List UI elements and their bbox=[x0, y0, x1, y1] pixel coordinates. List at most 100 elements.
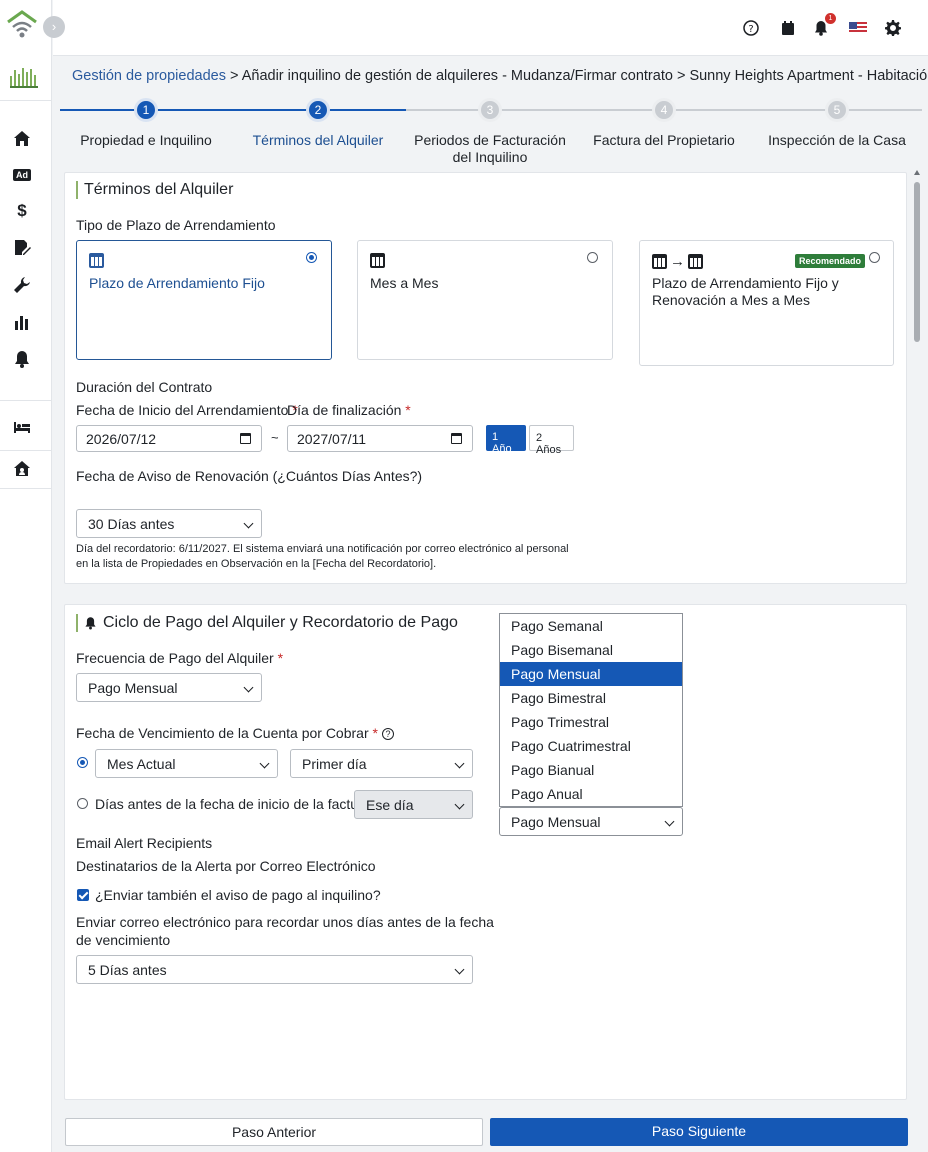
dropdown-option[interactable]: Pago Cuatrimestral bbox=[500, 734, 682, 758]
sidebar-collapse-button[interactable]: › bbox=[43, 16, 65, 38]
due-date-month-radio[interactable] bbox=[77, 757, 88, 768]
dropdown-option[interactable]: Pago Bimestral bbox=[500, 686, 682, 710]
renewal-notice-select[interactable]: 30 Días antes bbox=[76, 509, 262, 538]
step-3-label[interactable]: Periodos de Facturación del Inquilino bbox=[405, 132, 575, 166]
dropdown-option-selected[interactable]: Pago Mensual bbox=[500, 662, 682, 686]
calendar-icon bbox=[688, 254, 703, 269]
help-icon[interactable]: ? bbox=[742, 19, 760, 37]
lease-option-fixed-label: Plazo de Arrendamiento Fijo bbox=[89, 275, 265, 291]
calendar-icon bbox=[89, 253, 104, 268]
brand-mark-icon bbox=[10, 68, 38, 88]
due-date-label: Fecha de Vencimiento de la Cuenta por Co… bbox=[76, 725, 394, 741]
bell-icon bbox=[85, 617, 96, 630]
due-day-select[interactable]: Primer día bbox=[290, 749, 473, 778]
breadcrumb: Gestión de propiedades > Añadir inquilin… bbox=[72, 68, 928, 84]
calendar-icon bbox=[652, 254, 667, 269]
scroll-thumb[interactable] bbox=[914, 182, 920, 342]
bell-icon[interactable] bbox=[11, 348, 33, 370]
scroll-up-arrow-icon[interactable] bbox=[914, 170, 920, 175]
reminder-note-line-2: en la lista de Propiedades en Observació… bbox=[76, 558, 437, 570]
notification-bell-icon[interactable]: 1 bbox=[812, 13, 836, 37]
sidebar: Ad $ bbox=[0, 0, 52, 1152]
payment-frequency-dropdown-select[interactable]: Pago Mensual bbox=[499, 807, 683, 836]
dropdown-option[interactable]: Pago Bianual bbox=[500, 758, 682, 782]
previous-step-button[interactable]: Paso Anterior bbox=[65, 1118, 483, 1146]
bar-chart-icon[interactable] bbox=[11, 311, 33, 333]
due-month-select[interactable]: Mes Actual bbox=[95, 749, 278, 778]
date-range-separator: ~ bbox=[271, 430, 279, 445]
calendar-icon bbox=[451, 433, 462, 444]
top-bar: ? 1 bbox=[53, 0, 928, 56]
house-user-icon[interactable] bbox=[11, 458, 33, 480]
arrow-right-icon: → bbox=[670, 253, 685, 270]
step-4-label[interactable]: Factura del Propietario bbox=[579, 132, 749, 149]
remind-days-label-line-1: Enviar correo electrónico para recordar … bbox=[76, 914, 494, 930]
sidebar-divider bbox=[0, 450, 52, 451]
wifi-home-logo-icon bbox=[7, 10, 37, 38]
gear-icon[interactable] bbox=[884, 19, 902, 37]
email-recipients-label-en: Email Alert Recipients bbox=[76, 835, 213, 851]
step-2-label[interactable]: Términos del Alquiler bbox=[233, 132, 403, 149]
step-1-dot[interactable]: 1 bbox=[134, 98, 158, 122]
lease-option-month-label: Mes a Mes bbox=[370, 275, 439, 291]
breadcrumb-path: > Añadir inquilino de gestión de alquile… bbox=[225, 68, 928, 84]
lease-option-fixed[interactable]: Plazo de Arrendamiento Fijo bbox=[76, 240, 332, 360]
recommended-badge: Recomendado bbox=[795, 254, 866, 268]
help-icon[interactable]: ? bbox=[381, 728, 394, 740]
renewal-notice-label: Fecha de Aviso de Renovación (¿Cuántos D… bbox=[76, 468, 423, 484]
notification-count-badge: 1 bbox=[825, 13, 836, 24]
step-4-dot[interactable]: 4 bbox=[652, 98, 676, 122]
chevron-down-icon bbox=[259, 758, 270, 769]
lease-option-renewal-radio[interactable] bbox=[869, 252, 880, 263]
step-1-label[interactable]: Propiedad e Inquilino bbox=[61, 132, 231, 149]
step-5-dot[interactable]: 5 bbox=[825, 98, 849, 122]
us-flag-language-icon[interactable] bbox=[849, 19, 867, 37]
dollar-icon[interactable]: $ bbox=[11, 200, 33, 222]
dropdown-option[interactable]: Pago Bisemanal bbox=[500, 638, 682, 662]
send-tenant-checkbox[interactable] bbox=[77, 889, 89, 901]
next-step-button[interactable]: Paso Siguiente bbox=[490, 1118, 908, 1146]
contract-edit-icon[interactable] bbox=[11, 237, 33, 259]
one-year-button[interactable]: 1 Año bbox=[486, 425, 526, 455]
lease-option-month-to-month[interactable]: Mes a Mes bbox=[357, 240, 613, 360]
wrench-icon[interactable] bbox=[11, 274, 33, 296]
stepper-progress-line bbox=[60, 109, 406, 111]
chevron-down-icon bbox=[454, 758, 465, 769]
two-years-button[interactable]: 2 Años bbox=[529, 425, 574, 456]
payment-frequency-label: Frecuencia de Pago del Alquiler * bbox=[76, 650, 284, 666]
scrollbar[interactable] bbox=[912, 170, 922, 550]
payment-cycle-title: Ciclo de Pago del Alquiler y Recordatori… bbox=[76, 614, 458, 632]
lease-option-fixed-radio[interactable] bbox=[306, 252, 317, 263]
end-date-input[interactable]: 2027/07/11 bbox=[287, 425, 473, 452]
step-2-dot[interactable]: 2 bbox=[306, 98, 330, 122]
remind-days-select[interactable]: 5 Días antes bbox=[76, 955, 473, 984]
lease-option-fixed-renewal[interactable]: → Recomendado Plazo de Arrendamiento Fij… bbox=[639, 240, 894, 366]
dropdown-option[interactable]: Pago Anual bbox=[500, 782, 682, 806]
breadcrumb-root-link[interactable]: Gestión de propiedades bbox=[72, 68, 226, 84]
step-5-label[interactable]: Inspección de la Casa bbox=[752, 132, 922, 149]
bed-icon[interactable] bbox=[11, 416, 33, 438]
sidebar-divider bbox=[0, 400, 52, 401]
payment-frequency-dropdown: Pago Semanal Pago Bisemanal Pago Mensual… bbox=[499, 613, 683, 807]
days-before-label: Días antes de la fecha de inicio de la f… bbox=[95, 796, 375, 812]
lease-option-month-radio[interactable] bbox=[587, 252, 598, 263]
dropdown-option[interactable]: Pago Trimestral bbox=[500, 710, 682, 734]
calendar-icon[interactable] bbox=[779, 19, 797, 37]
days-before-radio[interactable] bbox=[77, 798, 88, 809]
days-before-select[interactable]: Ese día bbox=[354, 790, 473, 819]
svg-text:?: ? bbox=[748, 24, 753, 35]
calendar-icon bbox=[370, 253, 385, 268]
start-date-input[interactable]: 2026/07/12 bbox=[76, 425, 262, 452]
chevron-down-icon bbox=[243, 682, 254, 693]
home-icon[interactable] bbox=[11, 128, 33, 150]
chevron-down-icon bbox=[454, 799, 465, 810]
dropdown-option[interactable]: Pago Semanal bbox=[500, 614, 682, 638]
contract-duration-label: Duración del Contrato bbox=[76, 379, 213, 395]
payment-frequency-select[interactable]: Pago Mensual bbox=[76, 673, 262, 702]
remind-days-label-line-2: de vencimiento bbox=[76, 932, 171, 948]
step-3-dot[interactable]: 3 bbox=[478, 98, 502, 122]
lease-option-renewal-label: Plazo de Arrendamiento Fijo y Renovación… bbox=[652, 275, 839, 308]
ad-icon[interactable]: Ad bbox=[11, 164, 33, 186]
wizard-stepper: 1 Propiedad e Inquilino 2 Términos del A… bbox=[60, 96, 922, 170]
start-date-label: Fecha de Inicio del Arrendamiento * bbox=[76, 402, 298, 418]
